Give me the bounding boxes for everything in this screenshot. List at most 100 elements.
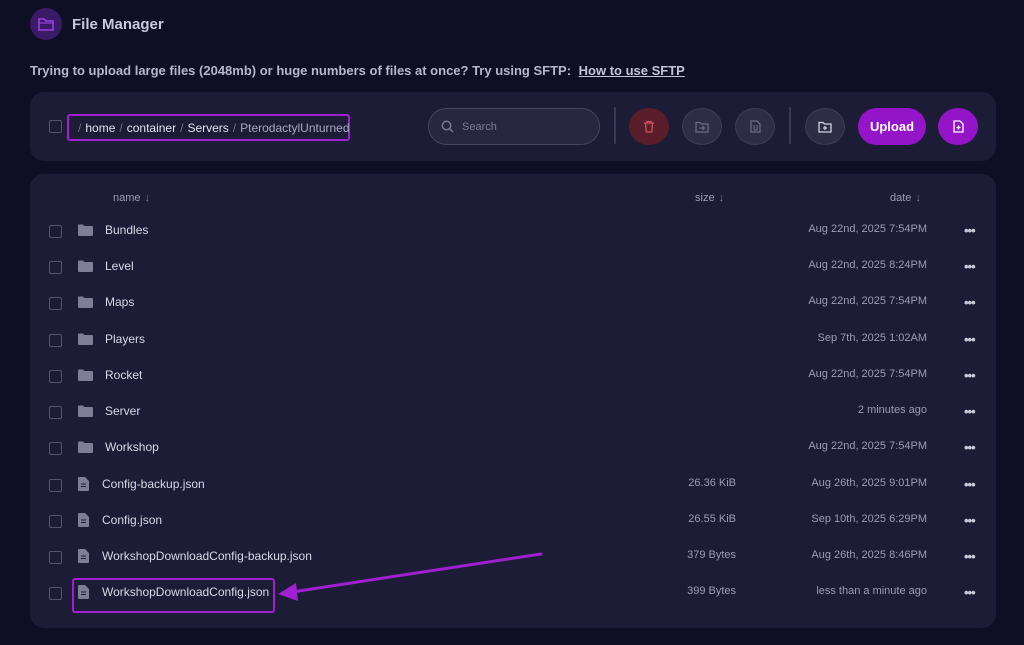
annotation-arrow-icon — [278, 552, 543, 601]
row-checkbox[interactable] — [49, 479, 62, 492]
more-options-icon[interactable]: ••• — [964, 332, 976, 347]
row-checkbox[interactable] — [49, 261, 62, 274]
file-date: Sep 7th, 2025 1:02AM — [817, 332, 927, 344]
breadcrumb-separator: / — [119, 120, 123, 135]
new-folder-button[interactable] — [805, 108, 845, 145]
file-date: Sep 10th, 2025 6:29PM — [811, 513, 927, 525]
folder-icon — [30, 8, 62, 40]
table-row[interactable]: Level Aug 22nd, 2025 8:24PM ••• — [30, 249, 996, 285]
archive-icon — [749, 120, 761, 133]
file-date: Aug 22nd, 2025 7:54PM — [808, 223, 927, 235]
search-box[interactable] — [428, 108, 600, 145]
file-date: less than a minute ago — [816, 585, 927, 597]
file-size: 26.55 KiB — [688, 513, 736, 525]
file-date: Aug 26th, 2025 8:46PM — [811, 549, 927, 561]
file-name: Rocket — [105, 368, 143, 382]
more-options-icon[interactable]: ••• — [964, 440, 976, 455]
file-size: 379 Bytes — [687, 549, 736, 561]
row-checkbox[interactable] — [49, 370, 62, 383]
sftp-notice: Trying to upload large files (2048mb) or… — [30, 63, 685, 78]
toolbar-divider — [614, 107, 616, 144]
file-name: Workshop — [105, 440, 159, 454]
file-date: Aug 22nd, 2025 8:24PM — [808, 259, 927, 271]
file-name: Config.json — [102, 513, 163, 527]
breadcrumb-segment[interactable]: home — [85, 121, 115, 135]
table-row[interactable]: Maps Aug 22nd, 2025 7:54PM ••• — [30, 285, 996, 321]
row-checkbox[interactable] — [49, 551, 62, 564]
file-date: Aug 22nd, 2025 7:54PM — [808, 368, 927, 380]
move-button[interactable] — [682, 108, 722, 145]
file-name: Config-backup.json — [102, 477, 205, 491]
toolbar-divider — [789, 107, 791, 144]
page-title: File Manager — [72, 15, 164, 33]
row-checkbox[interactable] — [49, 515, 62, 528]
file-date: 2 minutes ago — [857, 404, 927, 416]
more-options-icon[interactable]: ••• — [964, 295, 976, 310]
breadcrumb-segment[interactable]: container — [127, 121, 176, 135]
column-header-name[interactable]: name ↓ — [113, 192, 150, 204]
annotation-highlight — [72, 578, 275, 613]
table-row[interactable]: Config.json 26.55 KiB Sep 10th, 2025 6:2… — [30, 503, 996, 539]
file-size: 26.36 KiB — [688, 477, 736, 489]
trash-icon — [644, 120, 654, 133]
select-all-checkbox[interactable] — [49, 120, 62, 133]
upload-button[interactable]: Upload — [858, 108, 926, 145]
file-date: Aug 22nd, 2025 7:54PM — [808, 440, 927, 452]
breadcrumb-separator: / — [180, 120, 184, 135]
file-icon — [78, 477, 89, 491]
table-row[interactable]: Players Sep 7th, 2025 1:02AM ••• — [30, 322, 996, 358]
row-checkbox[interactable] — [49, 297, 62, 310]
new-file-button[interactable] — [938, 108, 978, 145]
row-checkbox[interactable] — [49, 587, 62, 600]
sftp-help-link[interactable]: How to use SFTP — [579, 63, 685, 78]
more-options-icon[interactable]: ••• — [964, 368, 976, 383]
folder-plus-icon — [818, 121, 832, 133]
file-name: Server — [105, 404, 141, 418]
more-options-icon[interactable]: ••• — [964, 259, 976, 274]
table-row[interactable]: Bundles Aug 22nd, 2025 7:54PM ••• — [30, 213, 996, 249]
file-date: Aug 22nd, 2025 7:54PM — [808, 295, 927, 307]
table-row[interactable]: Workshop Aug 22nd, 2025 7:54PM ••• — [30, 430, 996, 466]
more-options-icon[interactable]: ••• — [964, 404, 976, 419]
row-checkbox[interactable] — [49, 334, 62, 347]
more-options-icon[interactable]: ••• — [964, 477, 976, 492]
file-icon — [78, 513, 89, 527]
row-checkbox[interactable] — [49, 406, 62, 419]
folder-icon — [78, 441, 93, 453]
table-row[interactable]: Rocket Aug 22nd, 2025 7:54PM ••• — [30, 358, 996, 394]
page-header: File Manager — [30, 8, 164, 40]
sftp-notice-text: Trying to upload large files (2048mb) or… — [30, 63, 572, 78]
folder-icon — [78, 224, 93, 236]
row-checkbox[interactable] — [49, 225, 62, 238]
file-toolbar: / home / container / Servers / Pterodact… — [30, 92, 996, 161]
more-options-icon[interactable]: ••• — [964, 549, 976, 564]
folder-icon — [78, 296, 93, 308]
breadcrumb-segment[interactable]: Servers — [187, 121, 228, 135]
table-row[interactable]: Config-backup.json 26.36 KiB Aug 26th, 2… — [30, 467, 996, 503]
folder-icon — [78, 405, 93, 417]
file-name: Players — [105, 332, 146, 346]
folder-move-icon — [695, 121, 709, 133]
file-name: Maps — [105, 295, 135, 309]
search-input[interactable] — [462, 120, 582, 133]
table-row[interactable]: Server 2 minutes ago ••• — [30, 394, 996, 430]
file-icon — [78, 549, 89, 563]
more-options-icon[interactable]: ••• — [964, 585, 976, 600]
breadcrumb-current: PterodactylUnturned — [240, 120, 350, 135]
file-name: Bundles — [105, 223, 149, 237]
file-size: 399 Bytes — [687, 585, 736, 597]
file-plus-icon — [952, 120, 964, 133]
breadcrumb: / home / container / Servers / Pterodact… — [67, 114, 350, 141]
breadcrumb-separator: / — [78, 120, 82, 135]
folder-icon — [78, 369, 93, 381]
delete-button[interactable] — [629, 108, 669, 145]
folder-icon — [78, 260, 93, 272]
archive-button[interactable] — [735, 108, 775, 145]
file-name: Level — [105, 259, 134, 273]
folder-icon — [78, 333, 93, 345]
more-options-icon[interactable]: ••• — [964, 513, 976, 528]
column-header-size[interactable]: size ↓ — [695, 192, 724, 204]
row-checkbox[interactable] — [49, 442, 62, 455]
column-header-date[interactable]: date ↓ — [890, 192, 921, 204]
more-options-icon[interactable]: ••• — [964, 223, 976, 238]
